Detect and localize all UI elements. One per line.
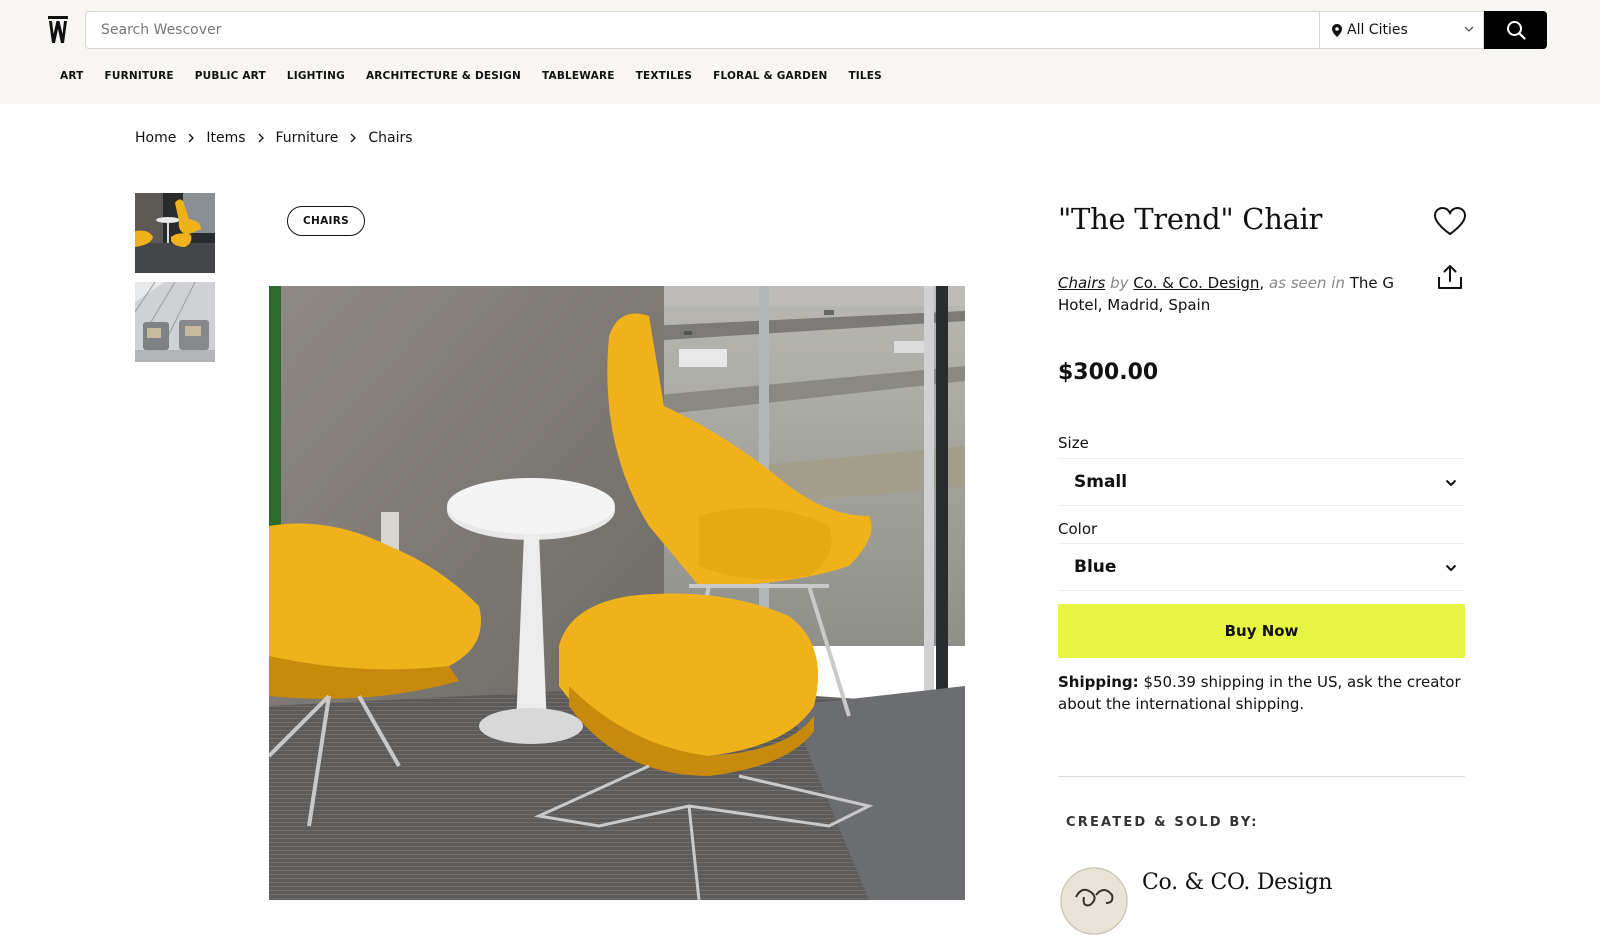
meta-comma: , [1259, 274, 1265, 292]
nav-art[interactable]: ART [60, 70, 84, 82]
category-tag[interactable]: CHAIRS [287, 206, 365, 236]
buy-now-button[interactable]: Buy Now [1058, 604, 1465, 658]
product-photo-yellow-chairs [269, 286, 965, 900]
size-select-value: Small [1074, 472, 1128, 492]
nav-tiles[interactable]: TILES [848, 70, 882, 82]
wescover-logo[interactable] [48, 16, 68, 44]
seller-section-label: CREATED & SOLD BY: [1066, 815, 1259, 830]
heart-icon [1433, 206, 1467, 236]
breadcrumb-furniture[interactable]: Furniture [276, 130, 339, 146]
nav-floral-garden[interactable]: FLORAL & GARDEN [713, 70, 827, 82]
nav-furniture[interactable]: FURNITURE [105, 70, 174, 82]
color-select-value: Blue [1074, 557, 1117, 577]
chevron-down-icon [1464, 26, 1474, 32]
main-product-photo[interactable] [269, 286, 965, 900]
shipping-info: Shipping: $50.39 shipping in the US, ask… [1058, 671, 1468, 715]
map-pin-icon [1332, 23, 1342, 37]
share-icon [1438, 265, 1462, 289]
breadcrumb-chairs[interactable]: Chairs [368, 130, 412, 146]
thumbnail-grey-chairs [135, 282, 215, 362]
seller-avatar[interactable] [1060, 867, 1128, 935]
color-label: Color [1058, 520, 1098, 538]
search-box [85, 11, 1319, 49]
breadcrumb-items[interactable]: Items [206, 130, 245, 146]
category-nav: ART FURNITURE PUBLIC ART LIGHTING ARCHIT… [60, 70, 903, 82]
nav-public-art[interactable]: PUBLIC ART [195, 70, 266, 82]
nav-architecture-design[interactable]: ARCHITECTURE & DESIGN [366, 70, 521, 82]
color-select[interactable]: Blue [1058, 543, 1465, 591]
chevron-down-icon [1445, 564, 1457, 572]
nav-textiles[interactable]: TEXTILES [636, 70, 693, 82]
search-icon [1506, 21, 1526, 40]
chevron-right-icon [188, 133, 195, 143]
search-input[interactable] [86, 12, 1319, 48]
gallery-thumbnail[interactable] [135, 282, 215, 362]
thumbnail-yellow-chairs [135, 193, 215, 273]
product-meta: Chairs by Co. & Co. Design, as seen in T… [1058, 272, 1418, 316]
favorite-button[interactable] [1433, 206, 1467, 236]
breadcrumb-home[interactable]: Home [135, 130, 176, 146]
chevron-right-icon [350, 133, 357, 143]
shipping-label: Shipping: [1058, 673, 1139, 691]
size-label: Size [1058, 434, 1089, 452]
maker-link[interactable]: Co. & Co. Design [1133, 274, 1259, 292]
seller-name[interactable]: Co. & CO. Design [1142, 870, 1333, 895]
search-button[interactable] [1484, 11, 1547, 49]
top-header: All Cities ART FURNITURE PUBLIC ART LIGH… [0, 0, 1600, 104]
product-price: $300.00 [1058, 360, 1159, 385]
divider [1058, 776, 1465, 777]
by-text: by [1110, 274, 1129, 292]
seen-text: as seen in [1268, 274, 1345, 292]
share-button[interactable] [1436, 263, 1464, 291]
city-select[interactable]: All Cities [1319, 11, 1484, 49]
city-select-value: All Cities [1347, 22, 1408, 38]
seller-logo [1060, 867, 1128, 935]
breadcrumb: Home Items Furniture Chairs [135, 130, 413, 146]
chevron-right-icon [258, 133, 264, 143]
size-select[interactable]: Small [1058, 458, 1465, 506]
product-category-link[interactable]: Chairs [1058, 274, 1105, 292]
chevron-down-icon [1445, 479, 1457, 487]
nav-lighting[interactable]: LIGHTING [287, 70, 345, 82]
product-title: "The Trend" Chair [1058, 202, 1323, 236]
nav-tableware[interactable]: TABLEWARE [542, 70, 615, 82]
gallery-thumbnail[interactable] [135, 193, 215, 273]
search-bar: All Cities [85, 11, 1547, 49]
